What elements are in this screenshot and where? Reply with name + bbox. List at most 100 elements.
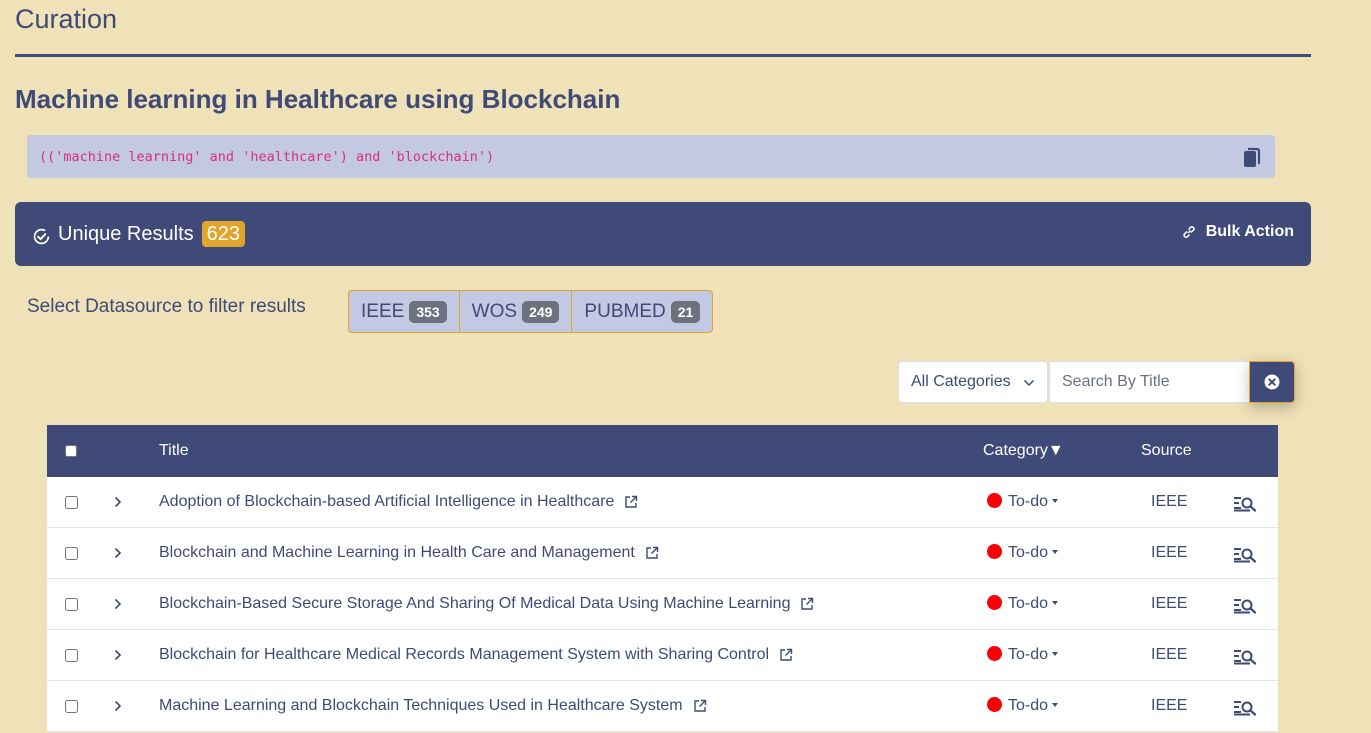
check-circle-icon: [33, 228, 50, 244]
close-circle-icon: [1264, 374, 1280, 390]
clear-search-button[interactable]: [1249, 361, 1295, 403]
category-select-value: All Categories: [911, 373, 1011, 390]
view-details-button[interactable]: [1233, 579, 1257, 629]
status-dot: [987, 696, 1002, 712]
chevron-right-icon: [114, 649, 122, 661]
external-link-icon[interactable]: [693, 699, 707, 713]
category-value: To-do: [1008, 493, 1049, 510]
status-dot: [987, 492, 1002, 508]
external-link-icon[interactable]: [645, 546, 659, 560]
row-title[interactable]: Adoption of Blockchain-based Artificial …: [159, 493, 614, 511]
results-bar: Unique Results 623 Bulk Action: [15, 202, 1311, 266]
list-search-icon: [1234, 650, 1257, 665]
row-title[interactable]: Blockchain-Based Secure Storage And Shar…: [159, 595, 790, 613]
link-icon: [1183, 226, 1195, 238]
datasource-count-badge: 353: [409, 300, 447, 323]
category-value: To-do: [1008, 697, 1049, 714]
datasource-count-badge: 21: [670, 300, 701, 323]
datasource-filter-group: IEEE 353 WOS 249 PUBMED 21: [348, 290, 714, 333]
chevron-right-icon: [114, 598, 122, 610]
chevron-right-icon: [114, 700, 122, 712]
row-checkbox[interactable]: [65, 699, 78, 713]
caret-down-icon: [1052, 549, 1059, 554]
row-title[interactable]: Machine Learning and Blockchain Techniqu…: [159, 697, 683, 715]
datasource-filter-label: Select Datasource to filter results: [27, 296, 306, 317]
status-dot: [987, 543, 1002, 559]
unique-results-count: 623: [201, 221, 245, 247]
chevron-right-icon: [114, 547, 122, 559]
external-link-icon[interactable]: [800, 597, 814, 611]
row-checkbox[interactable]: [65, 597, 78, 611]
category-select[interactable]: All Categories: [898, 361, 1048, 403]
datasource-ieee-button[interactable]: IEEE 353: [349, 291, 460, 332]
query-expression-box: (('machine learning' and 'healthcare') a…: [27, 135, 1275, 178]
row-source: IEEE: [1151, 544, 1188, 561]
query-expression: (('machine learning' and 'healthcare') a…: [39, 148, 495, 165]
list-search-icon: [1234, 497, 1257, 512]
expand-row-button[interactable]: [113, 477, 123, 527]
table-row: Adoption of Blockchain-based Artificial …: [47, 477, 1278, 528]
list-search-icon: [1234, 548, 1257, 563]
table-row: Blockchain and Machine Learning in Healt…: [47, 528, 1278, 579]
caret-down-icon: [1052, 651, 1059, 656]
page-title: Curation: [15, 4, 118, 34]
column-header-category[interactable]: Category▼: [983, 425, 1064, 477]
caret-down-icon: [1052, 498, 1059, 503]
row-source: IEEE: [1151, 595, 1188, 612]
datasource-name: IEEE: [361, 300, 405, 322]
title-divider: [15, 54, 1311, 57]
row-source: IEEE: [1151, 493, 1188, 510]
datasource-count-badge: 249: [522, 300, 560, 323]
caret-down-icon: [1052, 702, 1059, 707]
expand-row-button[interactable]: [113, 528, 123, 578]
row-checkbox[interactable]: [65, 495, 78, 509]
list-search-icon: [1234, 701, 1257, 716]
bulk-action-label: Bulk Action: [1205, 223, 1294, 240]
datasource-name: WOS: [471, 300, 518, 322]
row-source: IEEE: [1151, 697, 1188, 714]
view-details-button[interactable]: [1233, 681, 1257, 731]
view-details-button[interactable]: [1233, 528, 1257, 578]
column-header-source[interactable]: Source: [1141, 425, 1192, 477]
datasource-name: PUBMED: [584, 300, 666, 322]
category-value: To-do: [1008, 595, 1049, 612]
caret-down-icon: [1052, 600, 1059, 605]
table-row: Blockchain-Based Secure Storage And Shar…: [47, 579, 1278, 630]
row-checkbox[interactable]: [65, 546, 78, 560]
category-value: To-do: [1008, 544, 1049, 561]
row-checkbox[interactable]: [65, 648, 78, 662]
expand-row-button[interactable]: [113, 579, 123, 629]
category-dropdown[interactable]: To-do: [987, 477, 1059, 527]
external-link-icon[interactable]: [624, 495, 638, 509]
bulk-action-button[interactable]: Bulk Action: [1181, 223, 1294, 241]
row-source: IEEE: [1151, 646, 1188, 663]
category-dropdown[interactable]: To-do: [987, 579, 1059, 629]
category-dropdown[interactable]: To-do: [987, 681, 1059, 731]
status-dot: [987, 645, 1002, 661]
external-link-icon[interactable]: [779, 648, 793, 662]
row-title[interactable]: Blockchain and Machine Learning in Healt…: [159, 544, 635, 562]
chevron-right-icon: [114, 496, 122, 508]
search-by-title-input[interactable]: [1049, 361, 1250, 403]
expand-row-button[interactable]: [113, 681, 123, 731]
column-header-title[interactable]: Title: [159, 425, 189, 477]
copy-icon[interactable]: [1243, 147, 1261, 169]
category-value: To-do: [1008, 646, 1049, 663]
category-dropdown[interactable]: To-do: [987, 528, 1059, 578]
expand-row-button[interactable]: [113, 630, 123, 680]
unique-results-label: Unique Results: [58, 222, 194, 245]
datasource-wos-button[interactable]: WOS 249: [460, 291, 573, 332]
query-title: Machine learning in Healthcare using Blo…: [15, 84, 621, 114]
results-table: Title Category▼ Source Adoption of Block…: [47, 425, 1278, 732]
select-all-checkbox[interactable]: [65, 445, 77, 457]
view-details-button[interactable]: [1233, 477, 1257, 527]
table-header: Title Category▼ Source: [47, 425, 1278, 477]
category-dropdown[interactable]: To-do: [987, 630, 1059, 680]
table-row: Blockchain for Healthcare Medical Record…: [47, 630, 1278, 681]
chevron-down-icon: [1023, 379, 1035, 387]
view-details-button[interactable]: [1233, 630, 1257, 680]
row-title[interactable]: Blockchain for Healthcare Medical Record…: [159, 646, 769, 664]
status-dot: [987, 594, 1002, 610]
datasource-pubmed-button[interactable]: PUBMED 21: [572, 291, 712, 332]
table-row: Machine Learning and Blockchain Techniqu…: [47, 681, 1278, 732]
